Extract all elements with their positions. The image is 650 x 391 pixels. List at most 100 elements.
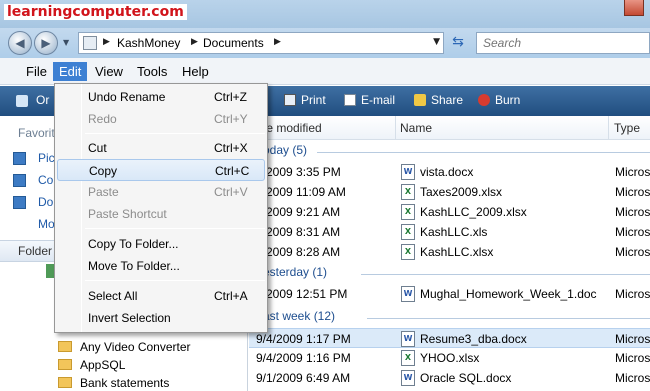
- file-row[interactable]: 5/2009 8:31 AM X KashLLC.xls Micros: [249, 222, 650, 242]
- menu-item-label: Copy To Folder...: [88, 237, 179, 251]
- file-row[interactable]: 5/2009 11:09 AM X Taxes2009.xlsx Micros: [249, 182, 650, 202]
- folder-label: Bank statements: [80, 376, 170, 390]
- folder-tree-item[interactable]: Bank statements: [58, 376, 169, 391]
- burn-button[interactable]: Burn: [478, 93, 520, 107]
- file-name: KashLLC_2009.xlsx: [420, 205, 527, 219]
- file-row[interactable]: 5/2009 8:28 AM X KashLLC.xlsx Micros: [249, 242, 650, 262]
- chevron-right-icon[interactable]: ▶: [191, 37, 198, 47]
- menu-bar: File Edit View Tools Help: [0, 58, 650, 85]
- file-row[interactable]: 5/2009 3:35 PM W vista.docx Micros: [249, 162, 650, 182]
- menu-item-copy[interactable]: Copy Ctrl+C: [57, 159, 265, 181]
- file-name: Oracle SQL.docx: [420, 371, 512, 385]
- menu-help[interactable]: Help: [176, 62, 215, 81]
- back-button[interactable]: ◀: [8, 31, 32, 55]
- address-bar-area: ◀ ▶ ▼ ▶ KashMoney ▶ Documents ▶ ▼ ⇆: [0, 28, 650, 58]
- group-label: ast week (12): [263, 309, 336, 323]
- menu-item-label: Redo: [88, 112, 117, 126]
- menu-item-label: Cut: [88, 141, 107, 155]
- search-input[interactable]: [477, 33, 649, 53]
- print-label: Print: [301, 93, 326, 107]
- file-date: 5/2009 8:28 AM: [256, 245, 341, 259]
- breadcrumb-kashmoney[interactable]: KashMoney: [117, 36, 180, 50]
- favorite-link-more[interactable]: Mo: [38, 217, 55, 231]
- menu-item-label: Paste: [88, 185, 119, 199]
- close-button[interactable]: [624, 0, 644, 16]
- file-date: 5/2009 9:21 AM: [256, 205, 341, 219]
- menu-file[interactable]: File: [20, 62, 53, 81]
- menu-item-label: Undo Rename: [88, 90, 166, 104]
- recent-pages-dropdown-icon[interactable]: ▼: [63, 38, 69, 47]
- folder-tree-item[interactable]: Any Video Converter: [58, 340, 191, 358]
- group-header-yesterday[interactable]: esterday (1): [249, 264, 650, 284]
- column-type[interactable]: Type: [614, 121, 640, 135]
- chevron-right-icon[interactable]: ▶: [274, 37, 281, 47]
- file-name: vista.docx: [420, 165, 474, 179]
- share-button[interactable]: Share: [414, 93, 463, 107]
- favorite-link-computer[interactable]: Co: [38, 173, 53, 187]
- search-box[interactable]: [476, 32, 650, 54]
- print-button[interactable]: Print: [284, 93, 326, 107]
- file-row[interactable]: 9/4/2009 1:16 PM X YHOO.xlsx Micros: [249, 348, 650, 368]
- column-name[interactable]: Name: [400, 121, 432, 135]
- folder-icon: [83, 36, 97, 50]
- breadcrumb-documents[interactable]: Documents: [203, 36, 264, 50]
- menu-item-cut[interactable]: Cut Ctrl+X: [57, 137, 265, 159]
- file-row[interactable]: 5/2009 12:51 PM W Mughal_Homework_Week_1…: [249, 284, 650, 304]
- menu-item-move-to-folder[interactable]: Move To Folder...: [57, 255, 265, 277]
- edit-menu-dropdown: Undo Rename Ctrl+Z Redo Ctrl+Y Cut Ctrl+…: [54, 83, 268, 333]
- folder-icon: [58, 341, 72, 352]
- email-button[interactable]: E-mail: [344, 93, 395, 107]
- file-row[interactable]: 5/2009 9:21 AM X KashLLC_2009.xlsx Micro…: [249, 202, 650, 222]
- organize-button[interactable]: Or: [36, 93, 49, 107]
- file-row-selected[interactable]: 9/4/2009 1:17 PM W Resume3_dba.docx Micr…: [249, 328, 650, 348]
- menu-edit[interactable]: Edit: [53, 62, 88, 81]
- menu-item-copy-to-folder[interactable]: Copy To Folder...: [57, 233, 265, 255]
- excel-spreadsheet-icon: X: [401, 184, 415, 200]
- file-type: Micros: [615, 165, 650, 179]
- menu-item-paste[interactable]: Paste Ctrl+V: [57, 181, 265, 203]
- file-name: YHOO.xlsx: [420, 351, 480, 365]
- address-dropdown-icon[interactable]: ▼: [433, 37, 440, 47]
- group-divider: [317, 152, 650, 153]
- menu-item-undo-rename[interactable]: Undo Rename Ctrl+Z: [57, 86, 265, 108]
- column-divider[interactable]: [608, 116, 609, 140]
- menu-tools[interactable]: Tools: [131, 62, 173, 81]
- forward-button[interactable]: ▶: [34, 31, 58, 55]
- column-date-modified[interactable]: te modified: [263, 121, 322, 135]
- favorite-link-documents[interactable]: Do: [38, 195, 53, 209]
- printer-icon: [284, 94, 296, 106]
- burn-disc-icon: [478, 94, 490, 106]
- chevron-right-icon[interactable]: ▶: [103, 37, 110, 47]
- file-date: 9/4/2009 1:16 PM: [256, 351, 351, 365]
- menu-separator: [85, 133, 265, 134]
- file-date: 5/2009 11:09 AM: [256, 185, 346, 199]
- menu-view[interactable]: View: [89, 62, 129, 81]
- excel-spreadsheet-icon: X: [401, 224, 415, 240]
- email-icon: [344, 94, 356, 106]
- group-header-today[interactable]: oday (5): [249, 142, 650, 162]
- column-divider[interactable]: [395, 116, 396, 140]
- group-header-last-week[interactable]: ast week (12): [249, 308, 650, 328]
- folder-icon: [58, 359, 72, 370]
- menu-item-redo[interactable]: Redo Ctrl+Y: [57, 108, 265, 130]
- file-type: Micros: [615, 205, 650, 219]
- refresh-icon[interactable]: ⇆: [448, 34, 468, 52]
- file-date: 9/4/2009 1:17 PM: [256, 332, 351, 346]
- group-divider: [367, 318, 650, 319]
- word-document-icon: W: [401, 286, 415, 302]
- file-date: 9/1/2009 6:49 AM: [256, 371, 351, 385]
- email-label: E-mail: [361, 93, 396, 107]
- file-name: Resume3_dba.docx: [420, 332, 527, 346]
- menu-item-paste-shortcut[interactable]: Paste Shortcut: [57, 203, 265, 225]
- menu-item-select-all[interactable]: Select All Ctrl+A: [57, 285, 265, 307]
- file-type: Micros: [615, 287, 650, 301]
- address-bar[interactable]: ▶ KashMoney ▶ Documents ▶ ▼: [78, 32, 444, 54]
- share-icon: [414, 94, 426, 106]
- menu-separator: [85, 280, 265, 281]
- menu-item-shortcut: Ctrl+A: [214, 289, 248, 303]
- folder-tree-item[interactable]: AppSQL: [58, 358, 125, 376]
- folders-label: Folder: [18, 244, 53, 258]
- menu-item-invert-selection[interactable]: Invert Selection: [57, 307, 265, 329]
- favorite-link-pictures[interactable]: Pic: [38, 151, 55, 165]
- file-row[interactable]: 9/1/2009 6:49 AM W Oracle SQL.docx Micro…: [249, 368, 650, 388]
